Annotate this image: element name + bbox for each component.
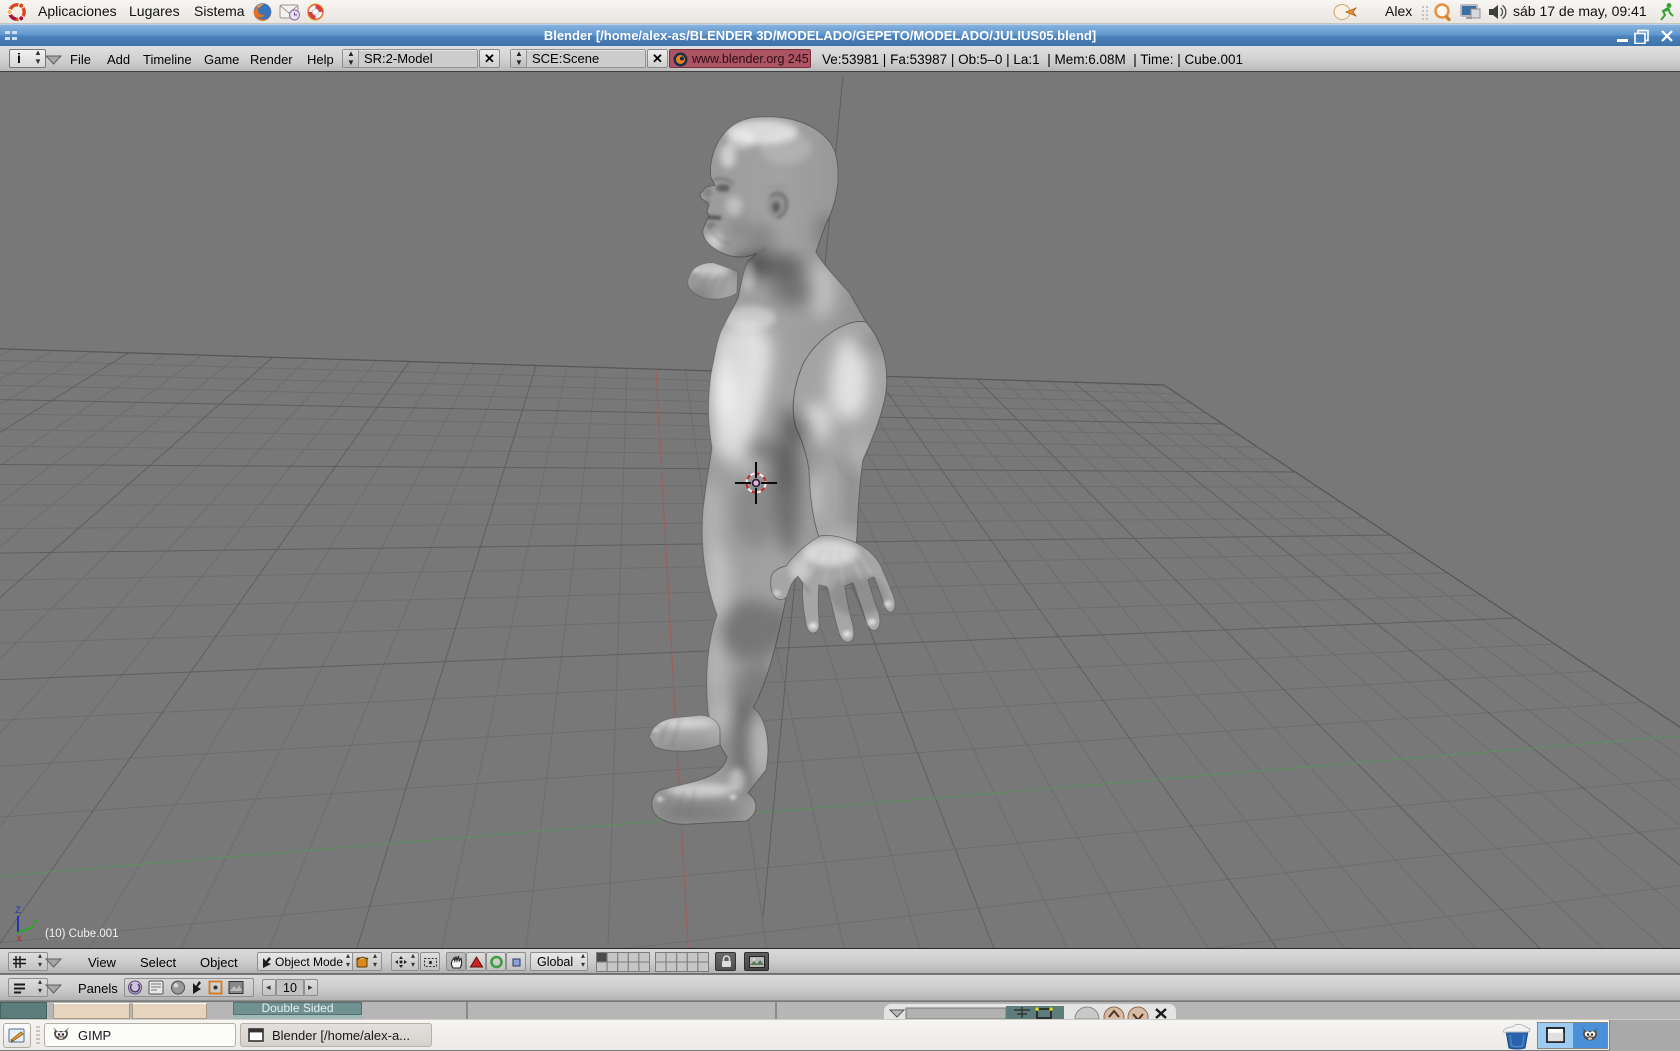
svg-text:y: y [33, 916, 38, 926]
svg-text:(10) Cube.001: (10) Cube.001 [45, 928, 119, 940]
svg-text:Z: Z [15, 905, 21, 916]
svg-text:x: x [17, 933, 22, 943]
